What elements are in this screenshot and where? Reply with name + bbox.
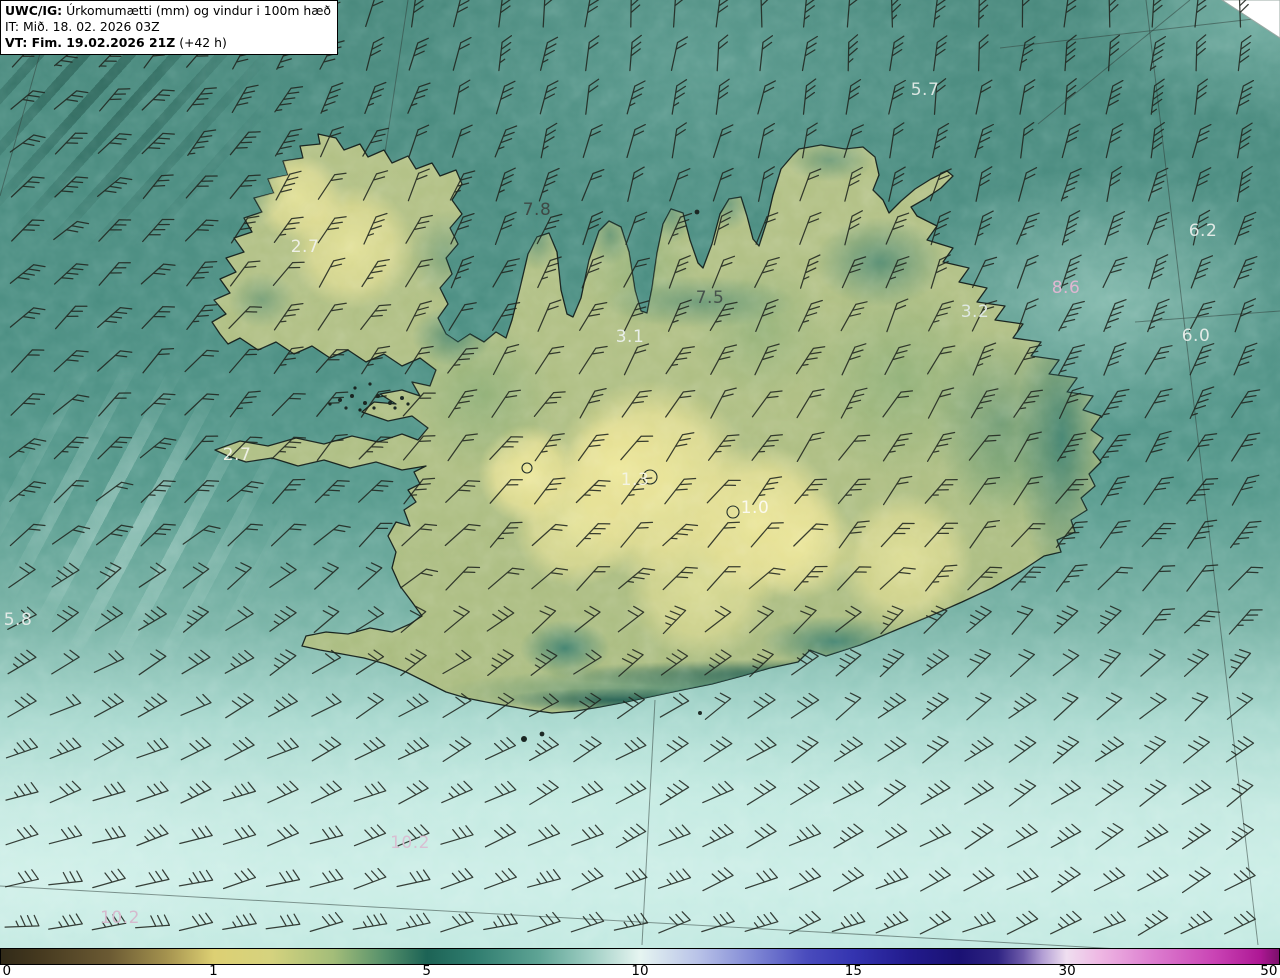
- map-title: Úrkomumætti (mm) og vindur i 100m hæð: [66, 3, 331, 18]
- lead-time: (+42 h): [179, 35, 227, 51]
- map-value-label: 3.2: [960, 302, 990, 322]
- weather-map-figure: 5.7 7.8 6.2 2.7 8.6 7.5 3.2 3.1 6.0 2.7 1.3 1.0 5.8 1…: [0, 0, 1280, 978]
- map-value-label: 2.7: [222, 445, 252, 465]
- valid-time-bold: VT: Fim. 19.02.2026 21Z: [5, 35, 176, 51]
- map-value-label: 5.8: [3, 610, 33, 630]
- colorbar-tick-label: 50: [1260, 963, 1278, 978]
- product-code: UWC/IG:: [5, 3, 63, 18]
- map-value-label: 10.2: [390, 833, 430, 853]
- map-value-label: 3.1: [615, 327, 645, 347]
- colorbar-tick-label: 0: [2, 963, 12, 978]
- colorbar-tick-label: 5: [422, 963, 431, 978]
- colorbar-tick-label: 10: [631, 963, 649, 978]
- map-value-label: 10.2: [100, 908, 140, 928]
- title-line-1: UWC/IG: Úrkomumætti (mm) og vindur i 100m…: [5, 3, 331, 19]
- valid-time: VT: Fim. 19.02.2026 21Z (+42 h): [5, 35, 331, 51]
- map-value-label: 7.8: [522, 200, 552, 220]
- colorbar-tick-label: 15: [844, 963, 862, 978]
- map-value-label: 8.6: [1051, 278, 1081, 298]
- map-value-label: 6.2: [1188, 221, 1218, 241]
- title-box: UWC/IG: Úrkomumætti (mm) og vindur i 100m…: [0, 0, 338, 56]
- colorbar-area: 0 1 5 10 15 30 50: [0, 948, 1280, 978]
- map-value-label: 1.0: [740, 498, 770, 518]
- map-value-label: 1.3: [620, 470, 650, 490]
- map-canvas: 5.7 7.8 6.2 2.7 8.6 7.5 3.2 3.1 6.0 2.7 1.3 1.0 5.8 1…: [0, 0, 1280, 948]
- colorbar-tick-label: 30: [1058, 963, 1076, 978]
- init-time: IT: Mið. 18. 02. 2026 03Z: [5, 19, 160, 35]
- map-value-label: 5.7: [910, 80, 940, 100]
- map-value-label: 6.0: [1181, 326, 1211, 346]
- colorbar-ticks: 0 1 5 10 15 30 50: [0, 963, 1280, 978]
- map-value-label: 7.5: [695, 288, 725, 308]
- map-value-label: 2.7: [290, 237, 320, 257]
- colorbar-tick-label: 1: [209, 963, 218, 978]
